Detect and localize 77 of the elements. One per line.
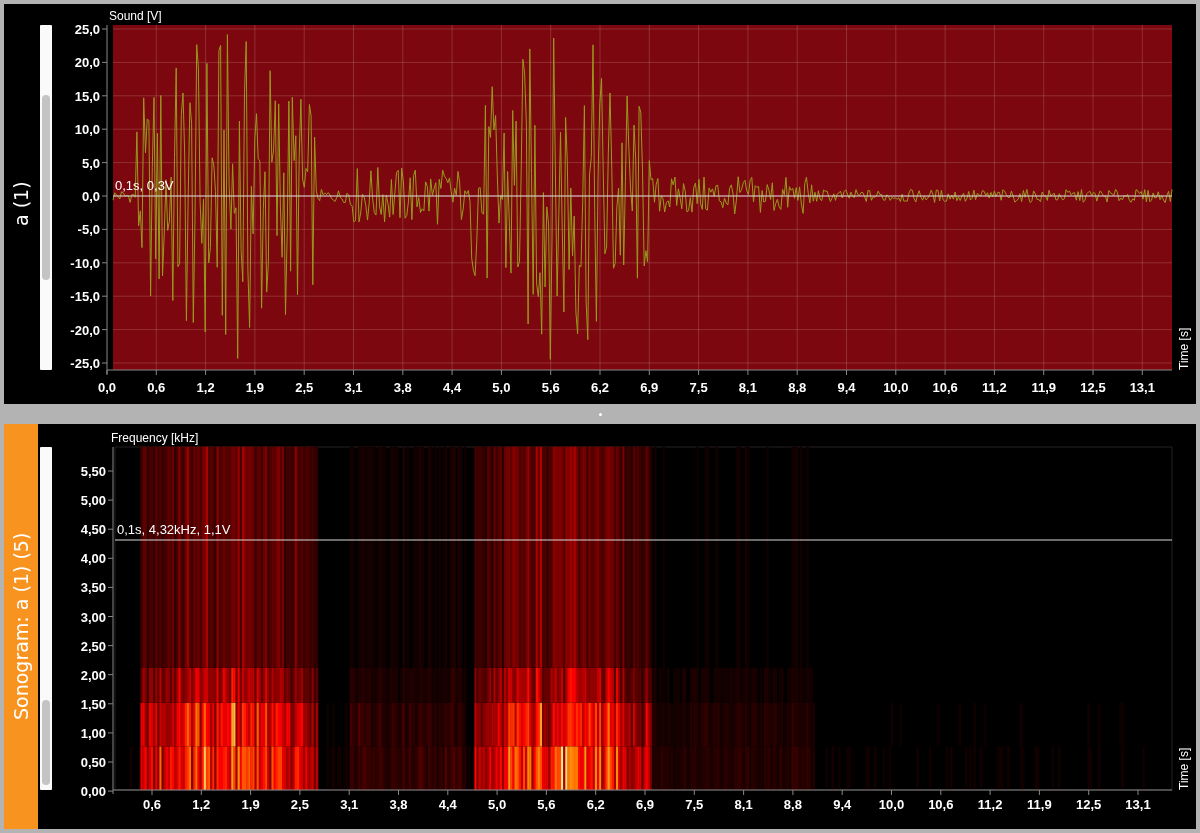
axis-tick-label: 2,5	[295, 380, 314, 395]
axis-tick-label: 1,9	[241, 797, 260, 812]
axis-tick-label: 0,6	[147, 380, 166, 395]
axis-tick-label: 4,4	[443, 380, 462, 395]
scrollbar[interactable]	[40, 447, 52, 790]
axis-tick-label: 5,0	[81, 155, 100, 171]
axis-tick-label: 1,2	[196, 380, 215, 395]
axis-tick-label: 13,1	[1125, 797, 1151, 812]
axis-tick-label: 6,2	[586, 797, 605, 812]
axis-tick-label: 1,50	[80, 696, 106, 712]
axis-tick-label: 5,6	[541, 380, 560, 395]
axis-title: Time [s]	[1177, 747, 1191, 790]
axis-tick-label: 15,0	[74, 88, 100, 104]
scrollbar-thumb[interactable]	[42, 95, 50, 280]
axis-tick-label: 5,00	[80, 493, 106, 509]
axis-tick-label: 0,6	[142, 797, 162, 812]
axis-tick-label: 10,0	[74, 122, 100, 138]
axis-tick-label: 2,5	[290, 797, 309, 812]
axis-tick-label: 9,4	[833, 797, 852, 812]
axis-tick-label: 11,9	[1031, 380, 1056, 395]
axis-tick-label: 1,9	[245, 380, 264, 395]
axis-tick-label: 5,0	[488, 797, 507, 812]
axis-tick-label: 8,1	[734, 797, 753, 812]
axis-tick-label: 4,50	[80, 522, 106, 538]
axis-tick-label: 13,1	[1129, 380, 1155, 395]
axis-tick-label: 7,5	[689, 380, 708, 395]
axis-tick-label: 0,0	[81, 189, 100, 204]
axis-tick-label: 0,0	[97, 380, 117, 395]
axis-tick-label: -15,0	[70, 289, 100, 305]
axis-tick-label: 9,4	[837, 380, 856, 395]
axis-tick-label: 12,5	[1080, 380, 1106, 395]
axis-tick-label: -5,0	[77, 222, 100, 238]
axis-tick-label: 11,2	[982, 380, 1007, 395]
axis-tick-label: 10,6	[928, 797, 954, 812]
axis-tick-label: 6,2	[590, 380, 610, 395]
axis-tick-label: 3,8	[389, 797, 408, 812]
cursor-readout: 0,1s, 0,3V	[115, 178, 174, 193]
scrollbar[interactable]	[40, 25, 52, 370]
cursor-readout: 0,1s, 4,32kHz, 1,1V	[117, 522, 231, 537]
axis-title: Sound [V]	[109, 9, 162, 23]
axis-tick-label: 10,0	[883, 380, 909, 395]
axis-tick-label: 10,0	[878, 797, 905, 812]
axis-tick-label: -25,0	[70, 356, 100, 371]
axis-tick-label: 3,1	[344, 380, 363, 395]
axis-tick-label: 3,00	[80, 609, 106, 625]
axis-tick-label: 5,50	[80, 464, 106, 479]
axis-tick-label: 3,1	[340, 797, 359, 812]
axis-tick-label: 12,5	[1076, 797, 1102, 812]
axis-tick-label: 8,1	[738, 380, 757, 395]
axis-tick-label: -20,0	[70, 322, 100, 338]
axis-title: Frequency [kHz]	[111, 431, 199, 445]
scrollbar-thumb[interactable]	[42, 700, 50, 785]
axis-tick-label: 5,6	[537, 797, 556, 812]
axis-tick-label: 11,9	[1027, 797, 1052, 812]
axis-tick-label: 3,50	[80, 580, 106, 596]
axis-tick-label: -10,0	[70, 255, 100, 271]
axis-tick-label: 4,4	[438, 797, 457, 812]
axis-tick-label: 8,8	[783, 797, 802, 812]
axis-tick-label: 1,00	[80, 725, 106, 741]
axis-tick-label: 3,8	[393, 380, 412, 395]
axis-tick-label: 0,50	[80, 755, 106, 770]
axis-tick-label: 1,2	[192, 797, 211, 812]
axis-tick-label: 2,00	[80, 667, 106, 683]
splitter-handle[interactable]	[598, 412, 602, 416]
axis-tick-label: 8,8	[788, 380, 807, 395]
axis-tick-label: 20,0	[74, 55, 100, 71]
axis-title: Time [s]	[1177, 327, 1191, 370]
axis-tick-label: 5,0	[492, 380, 511, 395]
axis-tick-label: 6,9	[640, 380, 659, 395]
axis-tick-label: 7,5	[685, 797, 704, 812]
axis-tick-label: 2,50	[80, 638, 106, 654]
axis-tick-label: 4,00	[80, 551, 106, 567]
axis-tick-label: 0,00	[80, 784, 106, 800]
axis-tick-label: 10,6	[932, 380, 958, 395]
axis-tick-label: 25,0	[74, 22, 100, 37]
axis-tick-label: 11,2	[977, 797, 1003, 812]
axis-tick-label: 6,9	[635, 797, 655, 812]
